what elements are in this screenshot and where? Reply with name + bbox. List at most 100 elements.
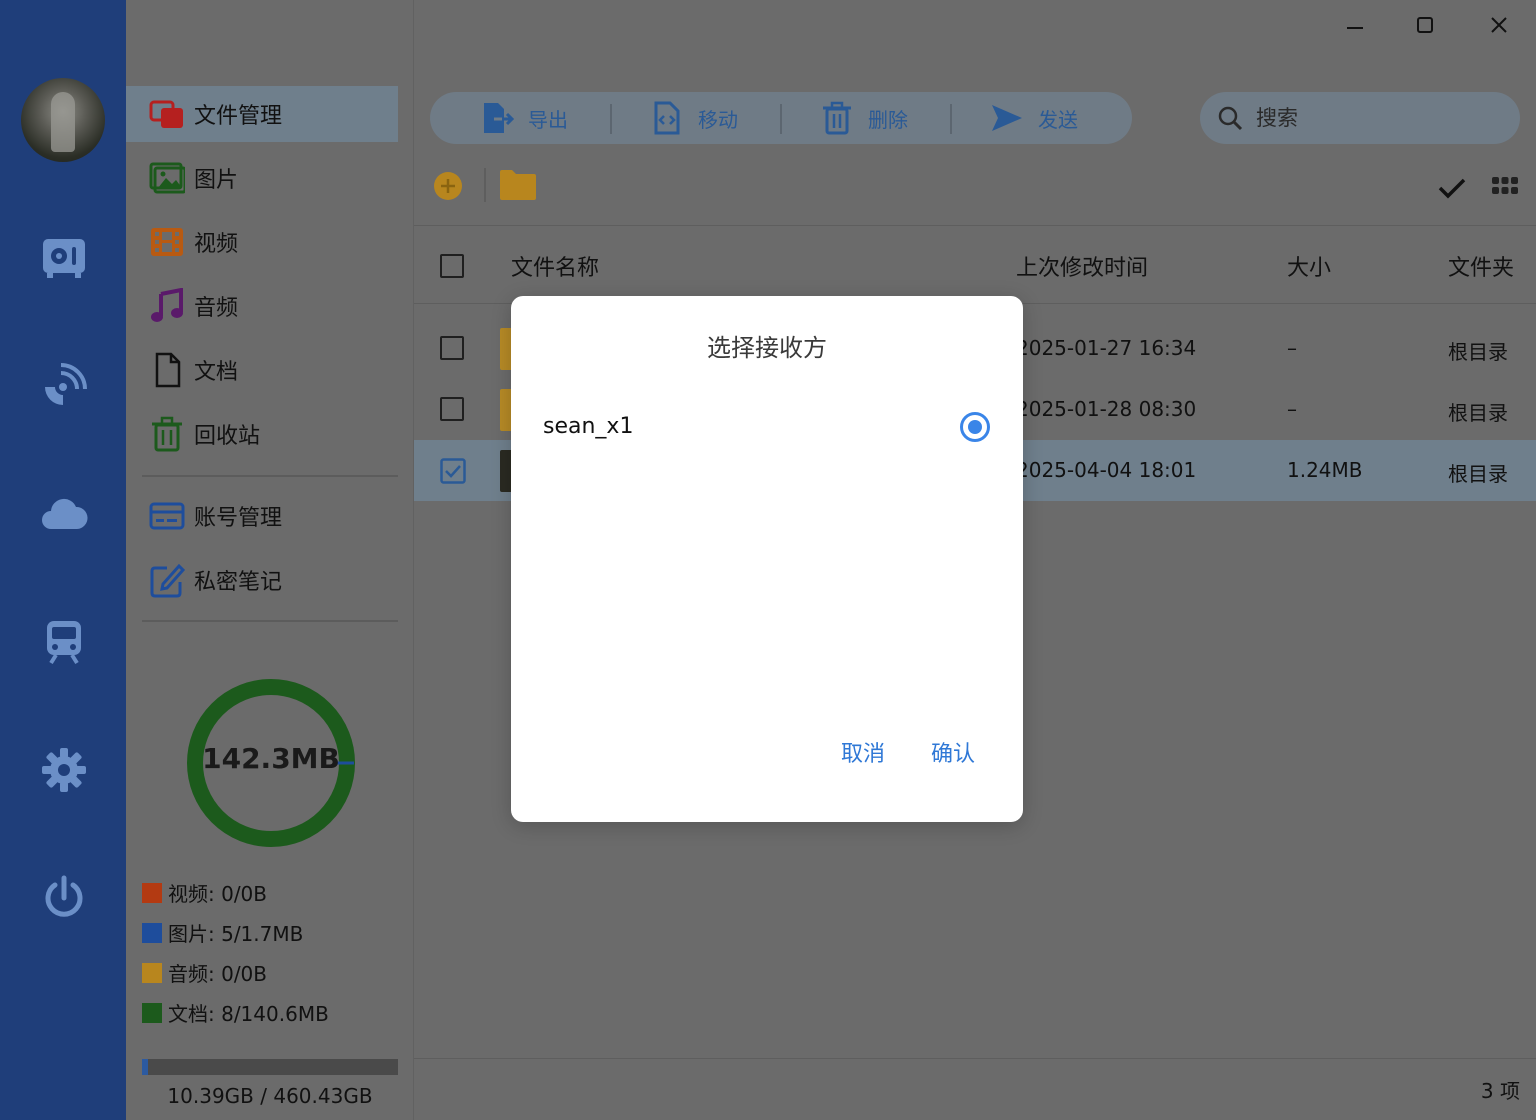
- sub-toolbar: [414, 152, 1536, 226]
- gear-icon[interactable]: [38, 744, 90, 796]
- storage-progress-bar: [142, 1059, 398, 1075]
- legend-item-audio: 音频: 0/0B: [142, 958, 267, 987]
- cancel-button[interactable]: 取消: [841, 736, 885, 768]
- dialog-title: 选择接收方: [707, 334, 827, 362]
- legend-item-video: 视频: 0/0B: [142, 878, 267, 907]
- toolbar-separator: [950, 104, 952, 134]
- legend-swatch: [142, 922, 162, 943]
- subbar-separator: [484, 168, 486, 202]
- row-folder: 根目录: [1448, 401, 1508, 425]
- column-modified[interactable]: 上次修改时间: [1016, 250, 1148, 282]
- confirm-button[interactable]: 确认: [931, 736, 975, 768]
- legend-swatch: [142, 882, 162, 903]
- toolbar-separator: [610, 104, 612, 134]
- sidebar-item-private-notes[interactable]: 私密笔记: [142, 552, 414, 608]
- maximize-button[interactable]: [1408, 8, 1442, 42]
- legend-label: 文档: 8/140.6MB: [168, 1002, 329, 1026]
- sidebar: 文件管理 图片 视频 音频 文档 回收站 账号管理 私密笔记 142.3MB 视…: [126, 0, 414, 1120]
- legend-label: 音频: 0/0B: [168, 962, 268, 986]
- trash-icon: [148, 415, 186, 453]
- sidebar-item-documents[interactable]: 文档: [142, 342, 414, 398]
- sidebar-item-label: 账号管理: [194, 506, 283, 531]
- send-icon: [992, 105, 1022, 131]
- sidebar-item-label: 视频: [194, 232, 239, 257]
- add-icon[interactable]: [432, 170, 464, 202]
- legend-item-image: 图片: 5/1.7MB: [142, 918, 303, 947]
- delete-button[interactable]: 删除: [820, 92, 908, 144]
- row-size: 1.24MB: [1287, 458, 1363, 482]
- row-folder: 根目录: [1448, 462, 1508, 486]
- move-icon: [654, 101, 680, 135]
- sidebar-item-videos[interactable]: 视频: [142, 214, 414, 270]
- sidebar-item-trash[interactable]: 回收站: [142, 406, 414, 462]
- legend-label: 视频: 0/0B: [168, 882, 268, 906]
- minimize-button[interactable]: [1338, 8, 1372, 42]
- send-label: 发送: [1038, 107, 1078, 132]
- export-icon: [484, 103, 514, 133]
- avatar[interactable]: [21, 78, 105, 162]
- radio-selected-dot: [968, 420, 982, 434]
- image-icon: [148, 159, 186, 197]
- search-box[interactable]: [1200, 92, 1520, 144]
- sidebar-item-accounts[interactable]: 账号管理: [142, 488, 414, 544]
- power-icon[interactable]: [38, 872, 90, 924]
- move-button[interactable]: 移动: [650, 92, 738, 144]
- grid-view-icon[interactable]: [1490, 174, 1520, 198]
- check-icon[interactable]: [1436, 172, 1468, 204]
- column-name[interactable]: 文件名称: [511, 250, 599, 282]
- sidebar-divider: [142, 475, 398, 477]
- recipient-label: sean_x1: [543, 414, 634, 439]
- app-rail: [0, 0, 126, 1120]
- sidebar-item-images[interactable]: 图片: [142, 150, 414, 206]
- sidebar-item-label: 文档: [194, 360, 239, 385]
- status-footer: 3 项: [414, 1058, 1536, 1120]
- video-icon: [148, 223, 186, 261]
- delete-label: 删除: [868, 107, 908, 132]
- cloud-icon[interactable]: [38, 488, 90, 540]
- note-icon: [148, 561, 186, 599]
- file-manager-icon: [148, 95, 186, 133]
- maximize-icon: [1417, 17, 1433, 33]
- table-header: 文件名称 上次修改时间 大小 文件夹: [414, 226, 1536, 304]
- select-recipient-dialog: 选择接收方 sean_x1 取消 确认: [511, 296, 1023, 822]
- sidebar-item-label: 私密笔记: [194, 570, 283, 595]
- search-input[interactable]: [1256, 106, 1476, 130]
- satellite-icon[interactable]: [38, 360, 90, 412]
- select-all-checkbox[interactable]: [440, 254, 464, 278]
- sidebar-item-label: 文件管理: [194, 104, 283, 129]
- row-modified: 2025-01-28 08:30: [1016, 397, 1197, 421]
- sidebar-item-label: 图片: [194, 168, 239, 193]
- row-modified: 2025-01-27 16:34: [1016, 336, 1197, 360]
- sidebar-divider: [142, 620, 398, 622]
- move-label: 移动: [698, 107, 738, 132]
- close-icon: [1491, 17, 1507, 33]
- recipient-option[interactable]: sean_x1: [511, 400, 1023, 452]
- drive-icon[interactable]: [38, 232, 90, 284]
- sidebar-item-label: 回收站: [194, 424, 261, 449]
- close-button[interactable]: [1482, 8, 1516, 42]
- column-size[interactable]: 大小: [1287, 250, 1331, 282]
- usage-total-label: 142.3MB: [202, 742, 340, 775]
- delete-icon: [823, 101, 851, 135]
- sidebar-item-label: 音频: [194, 296, 239, 321]
- action-toolbar: 导出 移动 删除 发送: [430, 92, 1132, 144]
- legend-label: 图片: 5/1.7MB: [168, 922, 304, 946]
- storage-progress-fill: [142, 1059, 148, 1075]
- recipient-radio[interactable]: [960, 412, 990, 442]
- music-icon: [148, 287, 186, 325]
- legend-item-document: 文档: 8/140.6MB: [142, 998, 329, 1027]
- document-icon: [148, 351, 186, 389]
- minimize-icon: [1347, 27, 1363, 29]
- train-icon[interactable]: [38, 616, 90, 668]
- row-checkbox-checked[interactable]: [440, 458, 466, 484]
- storage-text: 10.39GB / 460.43GB: [167, 1084, 373, 1108]
- sidebar-item-file-manager[interactable]: 文件管理: [126, 86, 398, 142]
- send-button[interactable]: 发送: [990, 92, 1078, 144]
- folder-icon[interactable]: [498, 168, 538, 202]
- sidebar-item-audio[interactable]: 音频: [142, 278, 414, 334]
- row-checkbox[interactable]: [440, 336, 464, 360]
- account-icon: [148, 497, 186, 535]
- column-folder[interactable]: 文件夹: [1448, 250, 1514, 282]
- row-checkbox[interactable]: [440, 397, 464, 421]
- export-button[interactable]: 导出: [480, 92, 568, 144]
